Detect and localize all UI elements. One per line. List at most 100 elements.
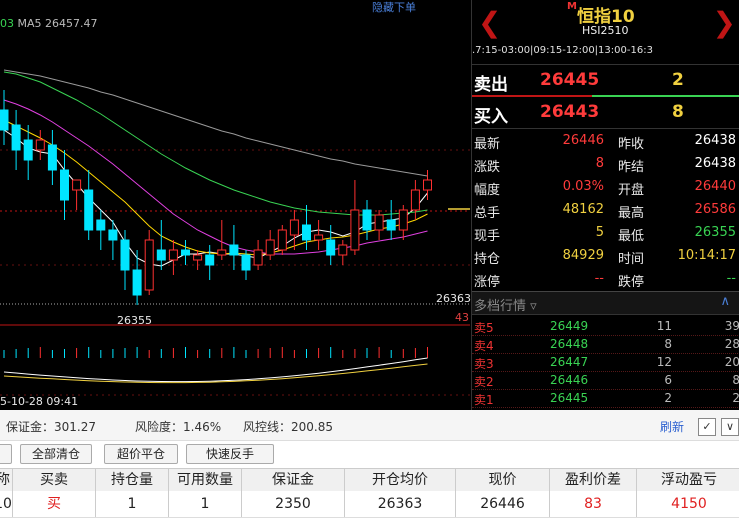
risk-control-label: 风控线：200.85 <box>243 420 333 434</box>
depth-cum: 8 <box>732 373 739 387</box>
table-cell: 1 <box>169 491 242 517</box>
buy-quote-row[interactable]: 买入 26443 8 <box>472 98 739 128</box>
candle-up <box>350 209 360 251</box>
table-cell: 1 <box>96 491 169 517</box>
quote-v2: 10:14:17 <box>677 248 736 263</box>
depth-cum: 20 <box>724 355 739 369</box>
quick-reverse-button[interactable]: 快速反手 <box>186 444 274 464</box>
sell-price: 26445 <box>540 70 600 90</box>
over-price-close-button[interactable]: 超价平仓 <box>104 444 178 464</box>
product-code: HSI2510 <box>582 24 629 37</box>
hide-order-link[interactable]: 隐藏下单 <box>372 0 416 15</box>
table-cell: 买 <box>13 491 96 517</box>
table-header-cell[interactable]: 可用数量 <box>169 469 242 491</box>
table-row[interactable]: 10买1123502636326446834150 <box>0 491 739 518</box>
candle-down <box>205 254 215 266</box>
refresh-link[interactable]: 刷新 <box>660 418 684 435</box>
quote-k1: 持仓 <box>474 252 501 267</box>
risk-label: 风险度：1.46% <box>135 420 222 434</box>
depth-label: 卖2 <box>474 375 494 389</box>
quote-v1: 5 <box>595 225 604 240</box>
candle-down <box>108 229 118 241</box>
sell-quote-row[interactable]: 卖出 26445 2 <box>472 66 739 96</box>
depth-price: 26446 <box>550 373 589 387</box>
candle-down <box>132 269 142 296</box>
table-header-cell[interactable]: 称 <box>0 469 13 491</box>
collapse-down-icon[interactable]: ∨ <box>721 418 739 436</box>
table-cell: 26363 <box>345 491 456 517</box>
depth-row[interactable]: 卖3 26447 12 20 <box>472 353 739 372</box>
next-product-icon[interactable]: ❯ <box>713 6 736 39</box>
oscillator-line-1 <box>3 357 428 383</box>
depth-label: 卖5 <box>474 321 494 335</box>
depth-row[interactable]: 卖5 26449 11 39 <box>472 317 739 336</box>
candle-down <box>96 219 106 231</box>
candle-down <box>302 224 311 241</box>
quote-v1: -- <box>594 271 604 286</box>
candle-down <box>60 169 69 201</box>
candle-up <box>398 209 408 231</box>
table-header-cell[interactable]: 持仓量 <box>96 469 169 491</box>
candle-down <box>120 239 130 271</box>
candle-down <box>241 254 251 271</box>
quote-k2: 时间 <box>618 252 645 267</box>
buy-label: 买入 <box>474 107 508 127</box>
table-header-cell[interactable]: 买卖 <box>13 469 96 491</box>
quote-v1: 84929 <box>562 248 604 263</box>
candle-up <box>277 229 287 251</box>
sell-buy-divider-red <box>472 95 592 97</box>
depth-qty: 11 <box>656 319 672 333</box>
chevron-up-icon[interactable]: ∧ <box>720 294 730 309</box>
quote-v2: 26438 <box>694 156 736 171</box>
prev-product-icon[interactable]: ❮ <box>478 6 501 39</box>
table-header-cell[interactable]: 盈利价差 <box>550 469 637 491</box>
quote-row: 涨停 -- 跌停 -- <box>472 268 739 291</box>
candle-down <box>326 239 336 256</box>
candlestick-chart[interactable]: 03 MA5 26457.47 隐藏下单 26363 43 26355 5-10… <box>0 0 471 410</box>
depth-price: 26447 <box>550 355 589 369</box>
candle-down <box>84 189 94 231</box>
cursor-datetime: 5-10-28 09:41 <box>0 395 79 408</box>
collapse-down-icon[interactable]: ▿ <box>530 299 537 314</box>
position-price-marker: 26363 <box>436 292 471 305</box>
checkbox-icon[interactable]: ✓ <box>698 418 716 436</box>
candle-down <box>386 219 396 231</box>
depth-qty: 8 <box>664 337 672 351</box>
quote-v2: 26438 <box>694 133 736 148</box>
close-all-button[interactable]: 全部清仓 <box>20 444 92 464</box>
candle-up <box>314 234 324 241</box>
candle-up <box>168 249 178 261</box>
quote-k2: 最高 <box>618 206 645 221</box>
candle-down <box>181 249 190 256</box>
depth-row[interactable]: 卖4 26448 8 28 <box>472 335 739 354</box>
candle-down <box>362 209 372 231</box>
depth-label: 卖3 <box>474 357 494 371</box>
candle-down <box>11 124 21 151</box>
quote-row: 幅度 0.03% 开盘 26440 <box>472 176 739 199</box>
depth-row[interactable]: 卖1 26445 2 2 <box>472 389 739 408</box>
table-header-cell[interactable]: 现价 <box>456 469 550 491</box>
left-edge-button[interactable] <box>0 444 12 464</box>
sell-label: 卖出 <box>474 75 508 95</box>
quote-k2: 最低 <box>618 229 645 244</box>
candle-down <box>23 139 33 161</box>
quote-v2: 26440 <box>694 179 736 194</box>
candle-up <box>410 189 420 211</box>
action-buttons: 全部清仓 超价平仓 快速反手 <box>0 440 739 468</box>
candle-down <box>0 109 9 131</box>
trading-area: 保证金：301.27 风险度：1.46% 风控线：200.85 刷新 ✓ ∨ 全… <box>0 410 739 530</box>
table-header-cell[interactable]: 浮动盈亏 <box>637 469 739 491</box>
candle-up <box>265 239 275 256</box>
table-header-cell[interactable]: 保证金 <box>242 469 345 491</box>
oscillator-line-2 <box>3 363 428 384</box>
quote-k1: 最新 <box>474 137 501 152</box>
quote-v2: -- <box>726 271 736 286</box>
candle-up <box>72 179 82 191</box>
quote-k2: 昨结 <box>618 160 645 175</box>
depth-header[interactable]: 多档行情 ▿ ∧ <box>472 291 739 315</box>
ma5-legend: MA5 26457.47 <box>17 17 98 30</box>
depth-cum: 28 <box>724 337 739 351</box>
product-header: ❮ ❯ M 恒指10 HSI2510 .7:15-03:00|09:15-12:… <box>472 0 739 65</box>
depth-row[interactable]: 卖2 26446 6 8 <box>472 371 739 390</box>
table-header-cell[interactable]: 开仓均价 <box>345 469 456 491</box>
